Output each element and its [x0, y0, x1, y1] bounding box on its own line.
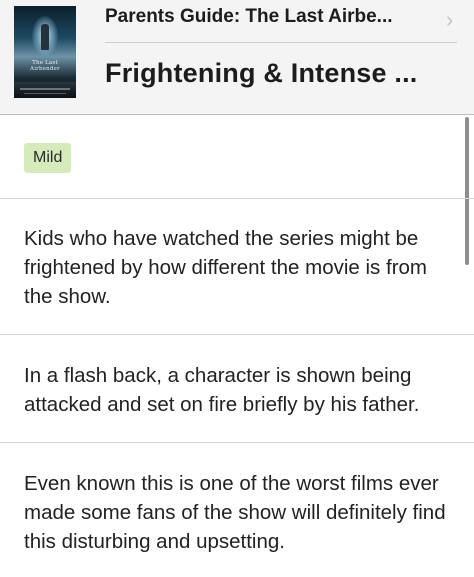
list-item: In a flash back, a character is shown be… — [0, 335, 474, 443]
severity-row: Mild — [0, 115, 474, 199]
entry-text: Kids who have watched the series might b… — [24, 227, 427, 308]
poster-figure — [41, 24, 49, 50]
movie-poster-thumbnail[interactable]: The Last Airbender — [14, 6, 76, 98]
page-header: The Last Airbender Parents Guide: The Las… — [0, 0, 474, 115]
chevron-right-icon[interactable]: › — [446, 9, 462, 31]
severity-badge: Mild — [24, 143, 72, 173]
guide-title[interactable]: Parents Guide: The Last Airbe... — [105, 6, 435, 28]
poster-credits-line — [24, 93, 66, 94]
list-item: Kids who have watched the series might b… — [0, 199, 474, 335]
section-title: Frightening & Intense ... — [105, 58, 418, 88]
poster-credits — [20, 88, 70, 90]
entry-text: In a flash back, a character is shown be… — [24, 364, 420, 416]
list-item: Even known this is one of the worst film… — [0, 443, 474, 577]
poster-bottom-band — [14, 82, 76, 98]
header-divider — [105, 42, 457, 43]
entry-text: Even known this is one of the worst film… — [24, 472, 446, 553]
poster-logo: The Last Airbender — [30, 60, 60, 72]
